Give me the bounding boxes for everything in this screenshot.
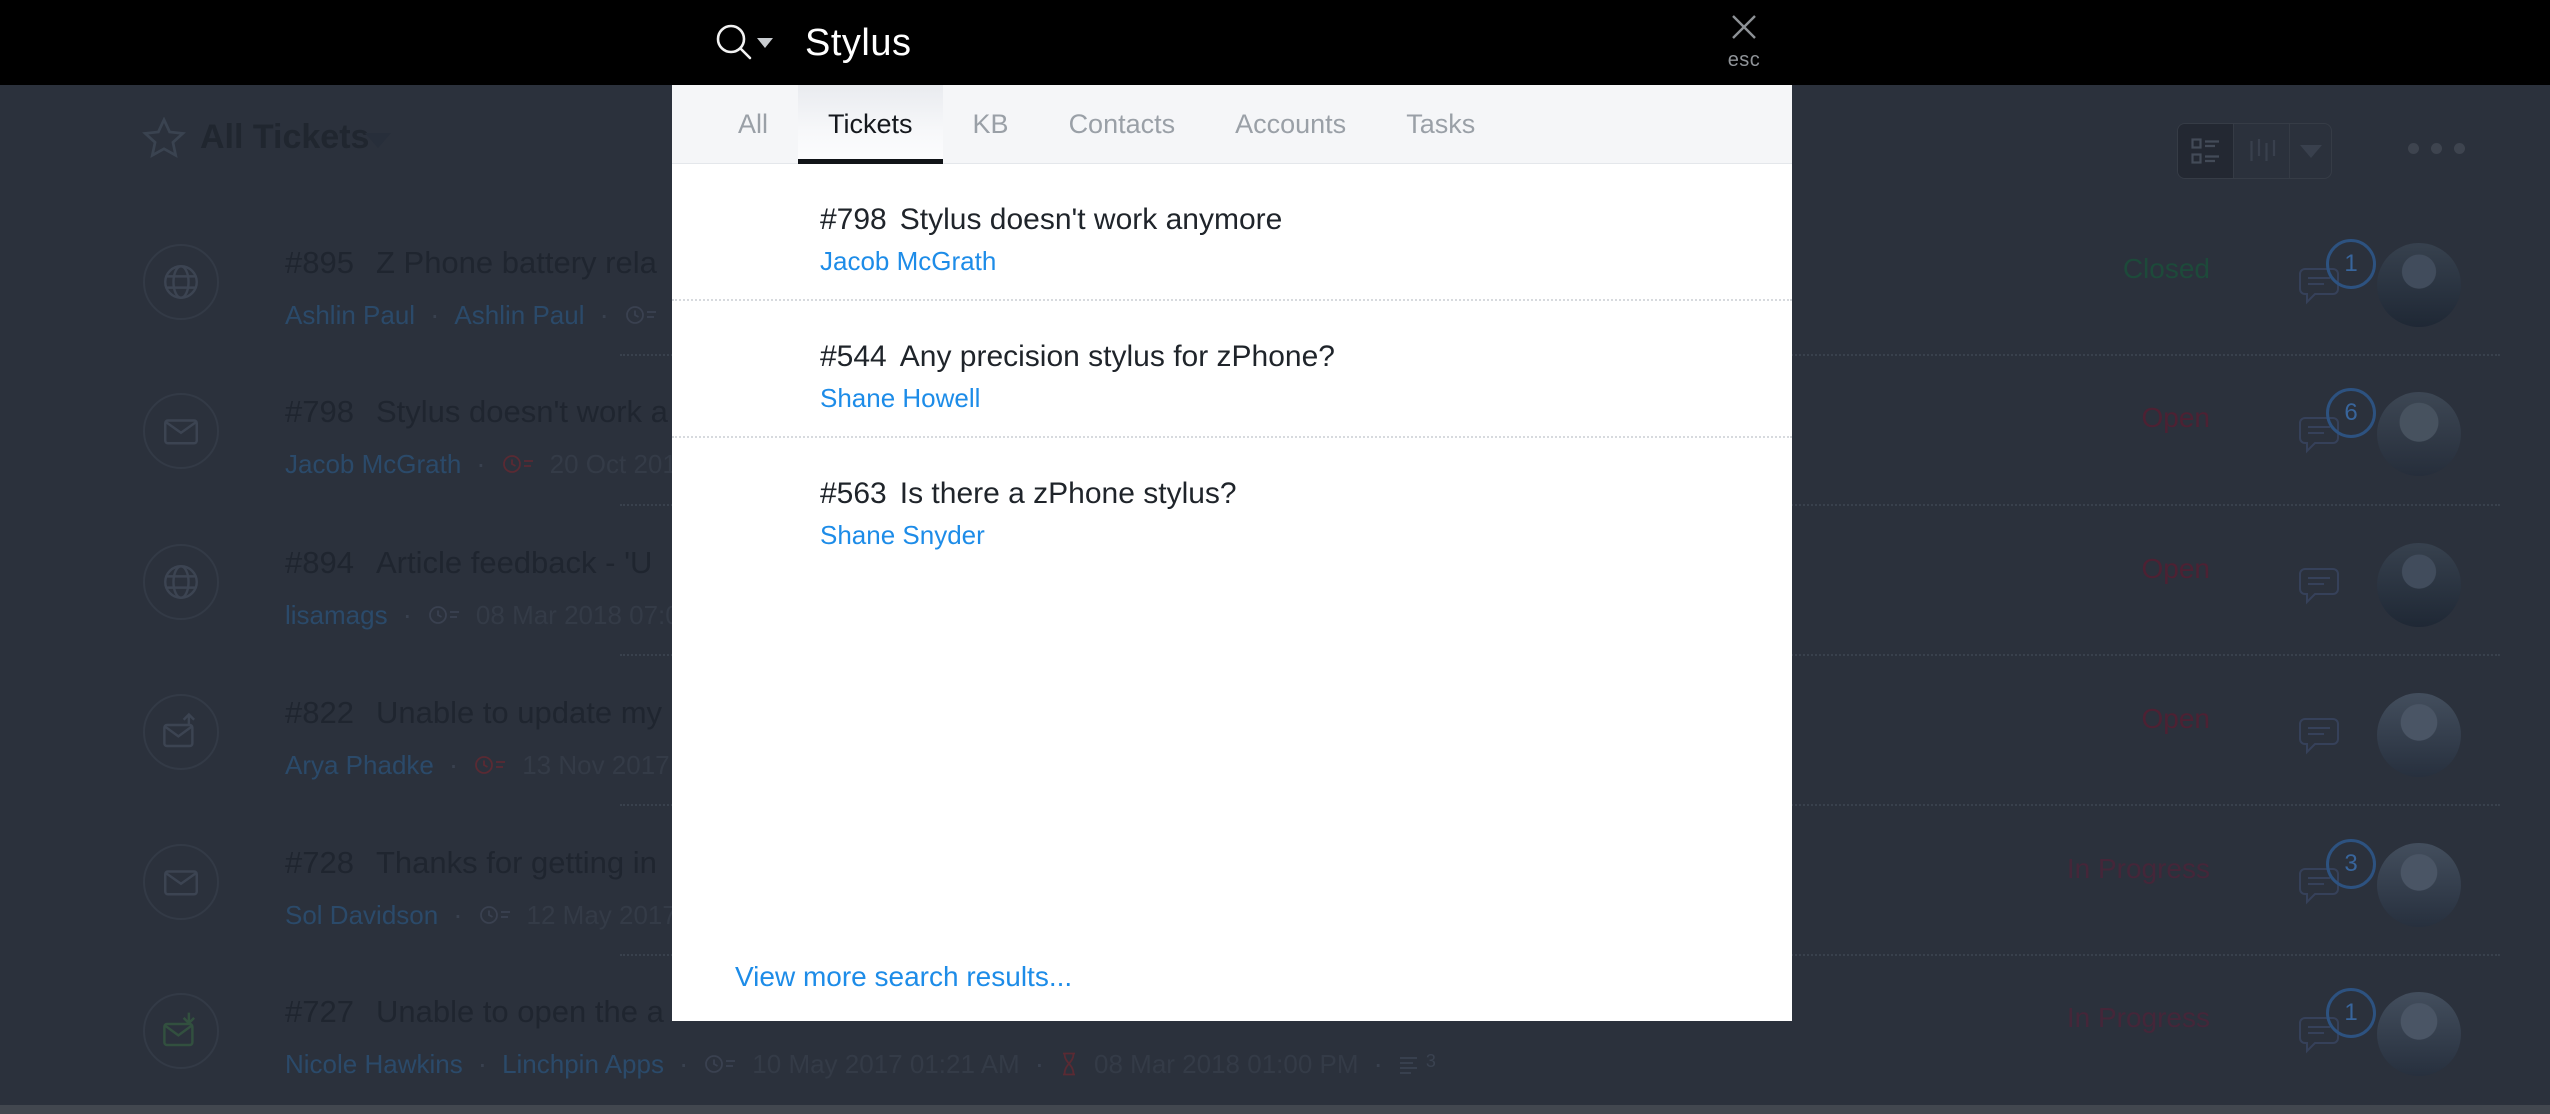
bottom-edge-strip	[0, 1105, 2550, 1114]
email-in-channel-icon	[143, 993, 219, 1069]
comment-count-badge: 1	[2326, 988, 2376, 1038]
clock-icon	[478, 902, 512, 928]
list-view-icon	[2178, 124, 2233, 178]
tab-tickets[interactable]: Tickets	[798, 85, 943, 163]
comment-count-badge: 6	[2326, 388, 2376, 438]
result-title: Is there a zPhone stylus?	[900, 477, 1237, 511]
list-view-title: All Tickets	[200, 118, 369, 157]
due-time: 08 Mar 2018 01:00 PM	[1094, 1049, 1359, 1080]
search-result-item[interactable]: #798 Stylus doesn't work anymore Jacob M…	[672, 164, 1792, 301]
ticket-title: Article feedback - 'U	[376, 545, 652, 581]
search-result-item[interactable]: #544 Any precision stylus for zPhone? Sh…	[672, 301, 1792, 438]
global-search-bar: Stylus esc	[0, 0, 2550, 85]
result-number: #798	[820, 203, 887, 237]
search-result-item[interactable]: #563 Is there a zPhone stylus? Shane Sny…	[672, 438, 1792, 573]
contact-link: Arya Phadke	[285, 750, 434, 781]
search-input[interactable]: Stylus	[805, 22, 911, 65]
kanban-view-icon	[2233, 124, 2289, 178]
hourglass-icon	[1059, 1051, 1079, 1077]
contact-link: Nicole Hawkins	[285, 1049, 463, 1080]
comment-bubble-icon	[2298, 717, 2340, 755]
tab-contacts[interactable]: Contacts	[1039, 85, 1206, 163]
clock-icon	[624, 302, 658, 328]
tab-accounts[interactable]: Accounts	[1205, 85, 1376, 163]
search-results-panel: All Tickets KB Contacts Accounts Tasks #…	[672, 85, 1792, 1021]
close-search-button[interactable]: esc	[1712, 12, 1776, 72]
view-toggle-caret-icon	[2289, 124, 2331, 178]
avatar	[2377, 843, 2461, 927]
account-link: Linchpin Apps	[502, 1049, 664, 1080]
comment-count-badge: 1	[2326, 239, 2376, 289]
screen: Stylus esc All Tickets	[0, 0, 2550, 1114]
avatar	[2377, 243, 2461, 327]
contact-link: lisamags	[285, 600, 388, 631]
ticket-number: #822	[285, 695, 354, 731]
email-channel-icon	[143, 393, 219, 469]
status-badge: Open	[1990, 402, 2210, 434]
avatar	[2377, 543, 2461, 627]
ticket-number: #728	[285, 845, 354, 881]
contact-link: Jacob McGrath	[285, 449, 461, 480]
clock-icon	[427, 602, 461, 628]
result-title: Any precision stylus for zPhone?	[900, 340, 1335, 374]
status-badge: In Progress	[1990, 853, 2210, 885]
avatar	[2377, 992, 2461, 1076]
ticket-number: #727	[285, 994, 354, 1030]
contact-link: Sol Davidson	[285, 900, 438, 931]
result-contact-link[interactable]: Jacob McGrath	[820, 246, 1792, 276]
status-badge: Open	[1990, 553, 2210, 585]
ticket-title: Z Phone battery rela	[376, 245, 657, 281]
comment-bubble-icon	[2298, 567, 2340, 605]
more-actions-icon	[2408, 143, 2465, 154]
ticket-title: Stylus doesn't work a	[376, 394, 668, 430]
tab-kb[interactable]: KB	[943, 85, 1039, 163]
status-badge: In Progress	[1990, 1002, 2210, 1034]
clock-icon-overdue	[473, 752, 507, 778]
result-contact-link[interactable]: Shane Snyder	[820, 520, 1792, 550]
web-channel-icon	[143, 244, 219, 320]
status-badge: Open	[1990, 703, 2210, 735]
avatar	[2377, 392, 2461, 476]
star-icon	[142, 117, 186, 159]
ticket-title: Unable to update my	[376, 695, 662, 731]
result-contact-link[interactable]: Shane Howell	[820, 383, 1792, 413]
web-channel-icon	[143, 544, 219, 620]
contact-link: Ashlin Paul	[454, 300, 584, 331]
result-title: Stylus doesn't work anymore	[900, 203, 1283, 237]
ticket-number: #895	[285, 245, 354, 281]
ticket-title: Thanks for getting in	[376, 845, 657, 881]
view-more-results-link[interactable]: View more search results...	[735, 961, 1072, 993]
threads-count-icon: 3	[1398, 1052, 1436, 1076]
caret-down-icon[interactable]	[757, 38, 773, 48]
email-out-channel-icon	[143, 694, 219, 770]
ticket-number: #894	[285, 545, 354, 581]
search-results-list: #798 Stylus doesn't work anymore Jacob M…	[672, 164, 1792, 573]
avatar	[2377, 693, 2461, 777]
result-number: #544	[820, 340, 887, 374]
result-number: #563	[820, 477, 887, 511]
search-icon[interactable]	[712, 20, 758, 66]
clock-icon-overdue	[501, 451, 535, 477]
created-time: 10 May 2017 01:21 AM	[752, 1049, 1019, 1080]
status-badge: Closed	[1990, 253, 2210, 285]
close-icon	[1729, 12, 1759, 42]
tab-tasks[interactable]: Tasks	[1376, 85, 1505, 163]
comment-count-badge: 3	[2326, 839, 2376, 889]
esc-label: esc	[1712, 49, 1776, 72]
view-mode-toggle	[2177, 123, 2332, 179]
ticket-number: #798	[285, 394, 354, 430]
clock-icon	[703, 1051, 737, 1077]
contact-link: Ashlin Paul	[285, 300, 415, 331]
list-title-caret-icon	[365, 133, 391, 148]
email-channel-icon	[143, 844, 219, 920]
tab-all[interactable]: All	[708, 85, 798, 163]
search-tabs: All Tickets KB Contacts Accounts Tasks	[672, 85, 1792, 164]
ticket-title: Unable to open the a	[376, 994, 664, 1030]
